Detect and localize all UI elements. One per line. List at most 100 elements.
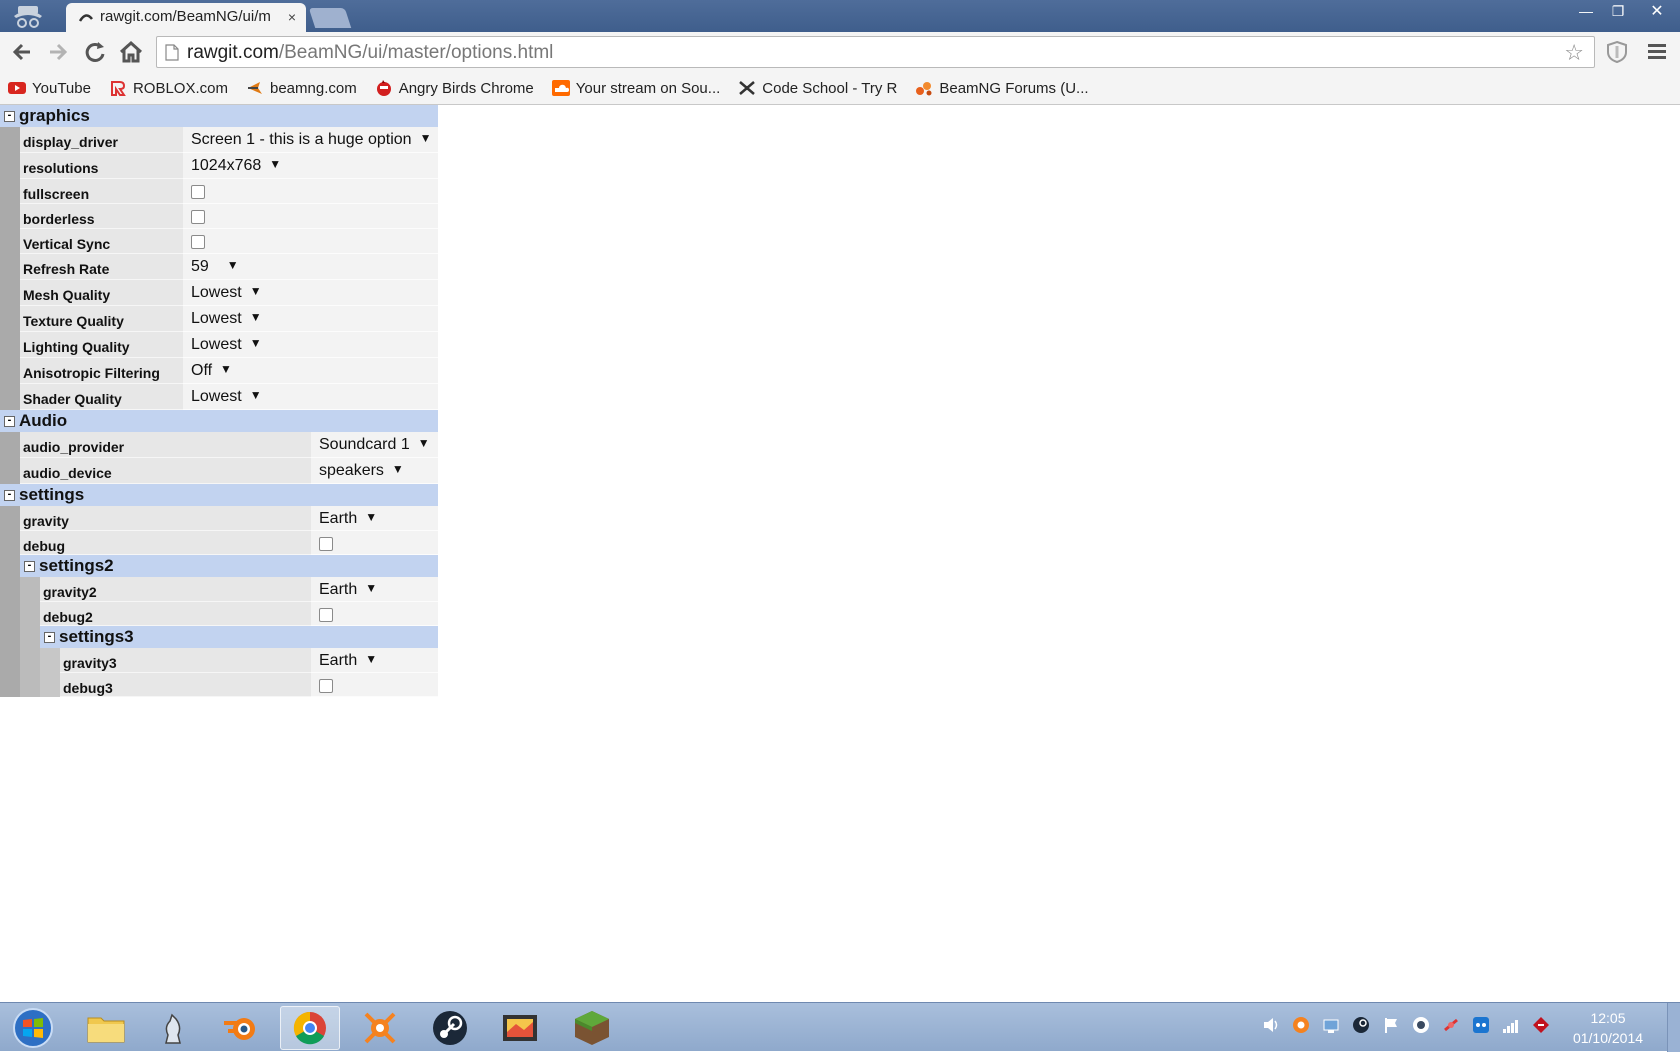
bookmark-star-icon[interactable]: ☆ [1564,40,1584,66]
section-header-settings[interactable]: - settings [0,484,438,506]
anisotropic-filtering-select[interactable]: Off ▼ [183,358,438,384]
gravity2-select[interactable]: Earth ▼ [311,577,438,602]
dropdown-arrow-icon: ▼ [365,510,378,524]
taskbar-steam[interactable] [420,1006,480,1050]
audio-device-select[interactable]: speakers ▼ [311,458,438,484]
option-row-debug2: debug2 [0,602,438,626]
taskbar-minecraft[interactable] [562,1006,622,1050]
browser-tab-active[interactable]: rawgit.com/BeamNG/ui/m × [66,3,306,32]
option-label: debug [20,531,311,555]
bookmark-youtube[interactable]: YouTube [8,80,91,97]
url-host: rawgit.com [187,42,279,63]
option-label: display_driver [20,127,183,153]
restore-button[interactable]: ❐ [1602,0,1634,22]
vertical-sync-checkbox[interactable] [191,235,205,249]
avast-tray-icon[interactable] [1292,1015,1310,1035]
audio-provider-select[interactable]: Soundcard 1 ▼ [311,432,438,458]
action-center-flag-icon[interactable] [1382,1015,1400,1035]
dropdown-arrow-icon: ▼ [249,284,262,298]
windows-start-icon[interactable] [8,1007,58,1049]
reload-icon[interactable] [80,38,110,66]
display-driver-select[interactable]: Screen 1 - this is a huge option ▼ [183,127,438,153]
gravity-select[interactable]: Earth ▼ [311,506,438,531]
mesh-quality-select[interactable]: Lowest ▼ [183,280,438,306]
option-row-resolutions: resolutions 1024x768 ▼ [0,153,438,179]
taskbar-chrome[interactable] [280,1006,340,1050]
debug3-checkbox[interactable] [319,679,333,693]
option-label: Vertical Sync [20,229,183,254]
messenger-tray-icon[interactable] [1472,1015,1490,1035]
debug2-checkbox-cell [311,602,438,626]
taskbar-explorer[interactable] [76,1006,136,1050]
option-row-vertical-sync: Vertical Sync [0,229,438,254]
taskbar-movie-maker[interactable] [490,1006,550,1050]
show-desktop-button[interactable] [1667,1003,1680,1052]
windows-taskbar: 12:05 01/10/2014 [0,1002,1680,1052]
texture-quality-select[interactable]: Lowest ▼ [183,306,438,332]
signal-strength-icon[interactable] [1502,1015,1520,1035]
option-label: debug3 [60,673,311,697]
security-tray-icon[interactable] [1532,1015,1550,1035]
bookmark-roblox[interactable]: ROBLOX.com [109,80,228,97]
refresh-rate-select[interactable]: 59 ▼ [183,254,438,280]
new-tab-button[interactable] [308,8,352,28]
soundcloud-icon [551,80,570,96]
section-header-settings3[interactable]: - settings3 [0,626,438,648]
debug2-checkbox[interactable] [319,608,333,622]
address-bar[interactable]: rawgit.com/BeamNG/ui/master/options.html… [156,36,1595,68]
debug-checkbox[interactable] [319,537,333,551]
gravity3-select[interactable]: Earth ▼ [311,648,438,673]
lighting-quality-select[interactable]: Lowest ▼ [183,332,438,358]
clock-date: 01/10/2014 [1572,1030,1644,1046]
bookmark-code-school[interactable]: Code School - Try R [738,80,897,97]
collapse-toggle[interactable]: - [4,109,15,122]
borderless-checkbox[interactable] [191,210,205,224]
collapse-toggle[interactable]: - [4,414,15,427]
avast-icon [364,1012,396,1044]
section-header-audio[interactable]: - Audio [0,410,438,432]
option-label: Anisotropic Filtering [20,358,183,384]
section-header-graphics[interactable]: - graphics [0,105,438,127]
chrome-menu-icon[interactable] [1648,44,1666,60]
bookmark-beamng[interactable]: beamng.com [246,80,357,97]
taskbar-clock[interactable]: 12:05 01/10/2014 [1568,1008,1648,1048]
collapse-toggle[interactable]: - [44,630,55,643]
network-share-icon[interactable] [1322,1015,1340,1035]
blender-icon [224,1018,255,1040]
volume-icon[interactable] [1262,1015,1280,1035]
shield-icon[interactable] [1606,40,1628,64]
collapse-toggle[interactable]: - [24,559,35,572]
url-text[interactable]: rawgit.com/BeamNG/ui/master/options.html [187,42,553,64]
debug-checkbox-cell [311,531,438,555]
option-row-lighting-quality: Lighting Quality Lowest ▼ [0,332,438,358]
taskbar-blender[interactable] [210,1006,270,1050]
home-icon[interactable] [116,38,146,66]
tab-close-icon[interactable]: × [288,9,296,25]
dropdown-arrow-icon: ▼ [391,462,404,476]
steam-tray-icon[interactable] [1352,1015,1370,1035]
taskbar-chess[interactable] [142,1006,202,1050]
roblox-icon [110,81,126,96]
section-title: settings3 [59,627,134,646]
app-tray-icon[interactable] [1412,1015,1430,1035]
taskbar-avast[interactable] [350,1006,410,1050]
option-row-mesh-quality: Mesh Quality Lowest ▼ [0,280,438,306]
back-arrow-icon[interactable] [8,38,38,66]
bookmark-beamng-forums[interactable]: BeamNG Forums (U... [915,80,1089,97]
section-header-settings2[interactable]: - settings2 [0,555,438,577]
youtube-icon [8,82,26,94]
option-label: debug2 [40,602,311,626]
shader-quality-select[interactable]: Lowest ▼ [183,384,438,410]
collapse-toggle[interactable]: - [4,488,15,501]
satellite-tray-icon[interactable] [1442,1015,1460,1035]
minimize-button[interactable]: — [1570,0,1602,22]
resolutions-select[interactable]: 1024x768 ▼ [183,153,438,179]
folder-icon [87,1017,125,1043]
bookmark-angry-birds[interactable]: Angry Birds Chrome [375,80,534,97]
fullscreen-checkbox[interactable] [191,185,205,199]
steam-icon [433,1011,467,1045]
close-window-button[interactable]: ✕ [1634,0,1680,22]
option-row-gravity3: gravity3 Earth ▼ [0,648,438,673]
forward-arrow-icon[interactable] [42,38,72,66]
bookmark-soundcloud[interactable]: Your stream on Sou... [551,80,720,97]
